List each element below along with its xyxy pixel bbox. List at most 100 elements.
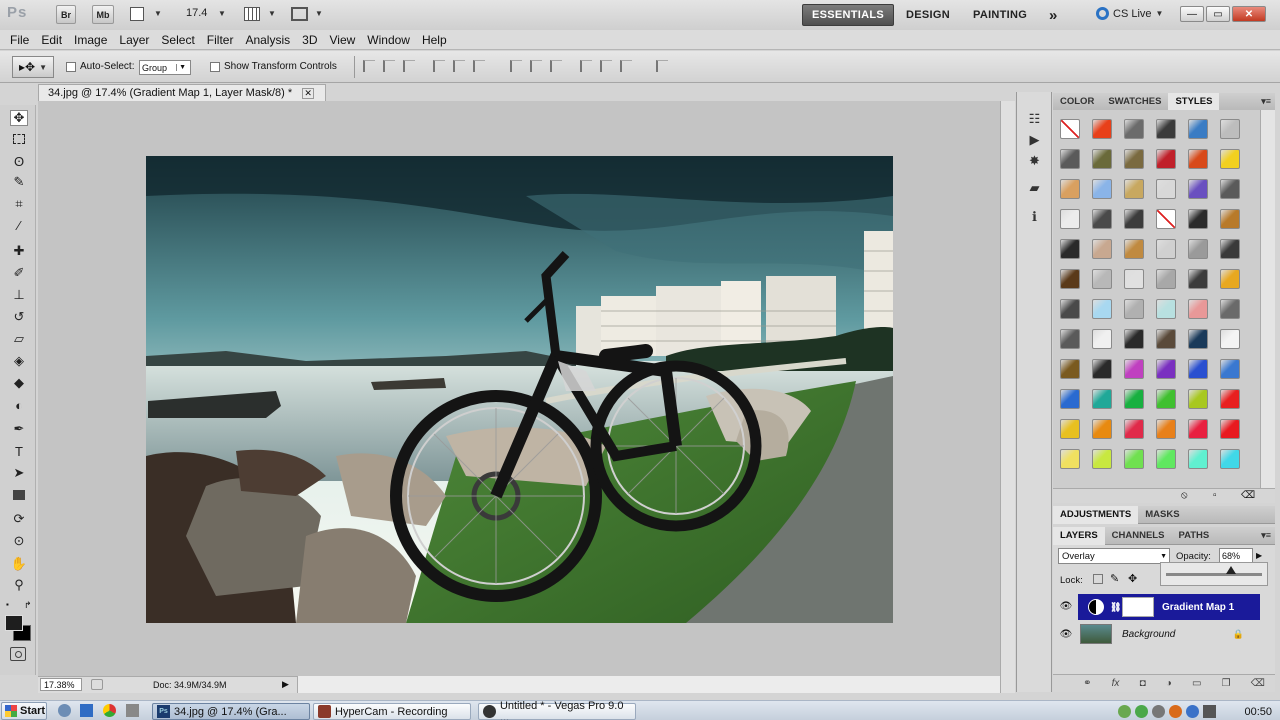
menu-3d[interactable]: 3D <box>296 33 323 47</box>
eyedropper-tool-icon[interactable]: ⁄ <box>10 217 28 233</box>
tab-channels[interactable]: CHANNELS <box>1105 527 1172 545</box>
tab-masks[interactable]: MASKS <box>1138 506 1186 524</box>
align-hcenter-icon[interactable] <box>453 60 465 72</box>
style-swatch[interactable] <box>1188 119 1208 139</box>
arrange-documents-icon[interactable] <box>244 7 260 21</box>
style-swatch[interactable] <box>1220 299 1240 319</box>
healing-brush-tool-icon[interactable]: ✚ <box>10 243 28 259</box>
chevron-down-icon[interactable]: ▼ <box>154 9 162 18</box>
brushes-panel-icon[interactable]: ✸ <box>1026 152 1043 169</box>
style-swatch[interactable] <box>1156 269 1176 289</box>
style-swatch[interactable] <box>1124 299 1144 319</box>
style-swatch[interactable] <box>1124 359 1144 379</box>
menu-edit[interactable]: Edit <box>35 33 68 47</box>
quick-launch-icon[interactable] <box>58 704 71 717</box>
style-swatch[interactable] <box>1220 449 1240 469</box>
status-preview-icon[interactable] <box>91 679 103 690</box>
actions-panel-icon[interactable]: ▶ <box>1026 131 1043 148</box>
style-swatch[interactable] <box>1188 269 1208 289</box>
lock-position-icon[interactable]: ✥ <box>1128 572 1137 585</box>
distribute-right-icon[interactable] <box>620 60 632 72</box>
style-swatch[interactable] <box>1156 239 1176 259</box>
mini-bridge-button[interactable]: Mb <box>92 5 114 24</box>
horizontal-scrollbar[interactable] <box>297 676 1000 693</box>
style-swatch[interactable] <box>1124 209 1144 229</box>
style-swatch[interactable] <box>1156 149 1176 169</box>
start-button[interactable]: Start <box>1 702 47 720</box>
tab-adjustments[interactable]: ADJUSTMENTS <box>1053 505 1139 524</box>
style-swatch[interactable] <box>1060 239 1080 259</box>
style-swatch[interactable] <box>1124 329 1144 349</box>
navigator-panel-icon[interactable]: ▰ <box>1026 179 1043 196</box>
style-swatch[interactable] <box>1092 359 1112 379</box>
style-swatch[interactable] <box>1220 179 1240 199</box>
style-swatch[interactable] <box>1220 209 1240 229</box>
menu-layer[interactable]: Layer <box>113 33 155 47</box>
quick-selection-tool-icon[interactable]: ✎ <box>10 174 28 190</box>
panel-menu-icon[interactable]: ▾≡ <box>1261 530 1275 541</box>
move-tool-icon[interactable]: ✥ <box>10 110 28 126</box>
swap-colors-icon[interactable]: ↱ <box>24 600 32 611</box>
eraser-tool-icon[interactable]: ▱ <box>10 331 28 347</box>
default-colors-icon[interactable]: ▪ <box>6 600 9 609</box>
trash-icon[interactable]: ⌫ <box>1241 490 1255 501</box>
auto-select-dropdown[interactable]: Group ▼ <box>139 60 191 75</box>
align-left-icon[interactable] <box>433 60 445 72</box>
tray-icon[interactable] <box>1135 705 1148 718</box>
chevron-down-icon[interactable]: ▼ <box>218 9 226 18</box>
style-swatch[interactable] <box>1060 329 1080 349</box>
adjustment-icon[interactable]: ◑ <box>1166 678 1172 689</box>
auto-select-checkbox[interactable] <box>66 61 76 72</box>
style-swatch[interactable] <box>1156 449 1176 469</box>
style-swatch[interactable] <box>1188 149 1208 169</box>
align-top-icon[interactable] <box>363 60 375 72</box>
type-tool-icon[interactable]: T <box>10 443 28 459</box>
taskbar-item-vegas[interactable]: Untitled * - Vegas Pro 9.0 ... <box>478 700 636 720</box>
style-swatch[interactable] <box>1220 149 1240 169</box>
style-swatch[interactable] <box>1060 269 1080 289</box>
distribute-bottom-icon[interactable] <box>550 60 562 72</box>
style-swatch[interactable] <box>1156 209 1176 229</box>
tab-styles[interactable]: STYLES <box>1168 92 1220 111</box>
history-brush-tool-icon[interactable]: ↺ <box>10 309 28 325</box>
panel-menu-icon[interactable]: ▾≡ <box>1261 96 1275 107</box>
menu-image[interactable]: Image <box>68 33 113 47</box>
menu-view[interactable]: View <box>323 33 361 47</box>
new-layer-icon[interactable]: ❐ <box>1222 678 1231 689</box>
status-menu-arrow-icon[interactable]: ▶ <box>282 679 289 690</box>
cs-live-menu[interactable]: CS Live ▼ <box>1096 7 1163 20</box>
link-icon[interactable]: ⚭ <box>1083 678 1091 689</box>
opacity-slider-arrow-icon[interactable]: ▶ <box>1256 551 1262 560</box>
zoom-tool-icon[interactable]: ⚲ <box>10 577 28 593</box>
tab-swatches[interactable]: SWATCHES <box>1101 93 1168 111</box>
history-panel-icon[interactable]: ☷ <box>1026 110 1043 127</box>
tab-paths[interactable]: PATHS <box>1171 527 1216 545</box>
3d-rotate-tool-icon[interactable]: ⟳ <box>10 511 28 527</box>
trash-icon[interactable]: ⌫ <box>1251 678 1265 689</box>
style-swatch[interactable] <box>1060 179 1080 199</box>
layer-row[interactable]: Background 🔒 <box>1078 621 1260 647</box>
style-swatch[interactable] <box>1188 449 1208 469</box>
info-panel-icon[interactable]: ℹ <box>1026 208 1043 225</box>
close-button[interactable]: ✕ <box>1232 6 1266 22</box>
style-swatch[interactable] <box>1124 149 1144 169</box>
marquee-tool-icon[interactable] <box>10 131 28 147</box>
style-swatch[interactable] <box>1156 119 1176 139</box>
workspace-painting[interactable]: PAINTING <box>964 4 1036 26</box>
style-swatch[interactable] <box>1092 329 1112 349</box>
path-selection-tool-icon[interactable]: ➤ <box>10 465 28 481</box>
style-swatch[interactable] <box>1188 299 1208 319</box>
style-swatch[interactable] <box>1220 389 1240 409</box>
menu-window[interactable]: Window <box>361 33 416 47</box>
styles-scrollbar[interactable] <box>1260 110 1275 492</box>
style-swatch[interactable] <box>1060 359 1080 379</box>
style-swatch[interactable] <box>1188 239 1208 259</box>
style-swatch[interactable] <box>1124 269 1144 289</box>
folder-icon[interactable]: ▭ <box>1192 678 1201 689</box>
style-swatch[interactable] <box>1156 359 1176 379</box>
more-workspaces-button[interactable]: » <box>1040 4 1067 26</box>
chevron-down-icon[interactable]: ▼ <box>315 9 323 18</box>
screen-mode-icon[interactable] <box>291 7 308 21</box>
chevron-down-icon[interactable]: ▼ <box>268 9 276 18</box>
style-swatch[interactable] <box>1124 449 1144 469</box>
